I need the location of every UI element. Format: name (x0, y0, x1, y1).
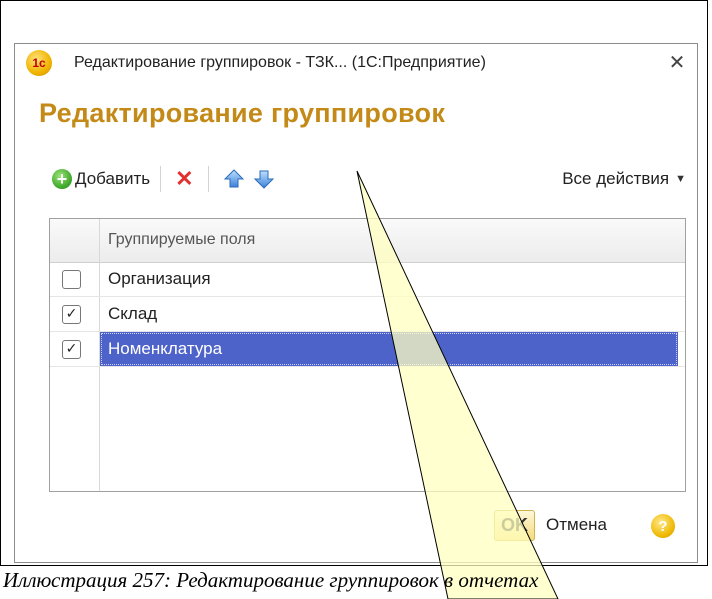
grouping-fields-table: Группируемые поля Организация ✓ Склад ✓ … (49, 218, 686, 492)
window-title: Редактирование группировок - ТЗК... (1С:… (74, 54, 486, 71)
figure-caption: Иллюстрация 257: Редактирование группиро… (3, 568, 539, 592)
column-header-grouping-fields[interactable]: Группируемые поля (108, 231, 255, 249)
row-label: Организация (108, 269, 211, 288)
toolbar: + Добавить ✕ Все действия ▼ (52, 162, 686, 196)
row-label: Номенклатура (100, 332, 678, 366)
table-row[interactable]: ✓ Склад (50, 297, 685, 332)
add-button-label: Добавить (75, 169, 151, 188)
table-header: Группируемые поля (50, 219, 685, 263)
app-logo-icon: 1с (26, 50, 52, 76)
add-button[interactable]: + Добавить (52, 169, 150, 189)
row-checkbox[interactable]: ✓ (62, 305, 81, 324)
page-title: Редактирование группировок (39, 98, 446, 128)
toolbar-separator (160, 166, 162, 192)
ok-button[interactable]: OK (494, 510, 535, 541)
toolbar-separator (207, 166, 209, 192)
add-icon: + (52, 169, 72, 189)
chevron-down-icon: ▼ (675, 173, 686, 185)
all-actions-label: Все действия (562, 169, 670, 188)
row-checkbox[interactable]: ✓ (62, 340, 81, 359)
move-down-icon (253, 170, 274, 189)
cancel-button[interactable]: Отмена (546, 515, 607, 535)
close-icon[interactable]: ✕ (664, 49, 690, 75)
table-row[interactable]: ✓ Номенклатура (50, 332, 685, 367)
row-checkbox[interactable] (62, 270, 81, 289)
move-down-button[interactable] (249, 168, 279, 190)
move-up-button[interactable] (219, 168, 249, 190)
help-icon[interactable]: ? (651, 514, 675, 538)
table-row[interactable]: Организация (50, 262, 685, 297)
move-up-icon (223, 169, 244, 188)
title-bar: 1с Редактирование группировок - ТЗК... (… (14, 43, 698, 83)
delete-button[interactable]: ✕ (171, 166, 197, 192)
delete-icon: ✕ (175, 166, 194, 191)
row-label: Склад (108, 304, 158, 323)
all-actions-menu[interactable]: Все действия ▼ (562, 169, 686, 189)
